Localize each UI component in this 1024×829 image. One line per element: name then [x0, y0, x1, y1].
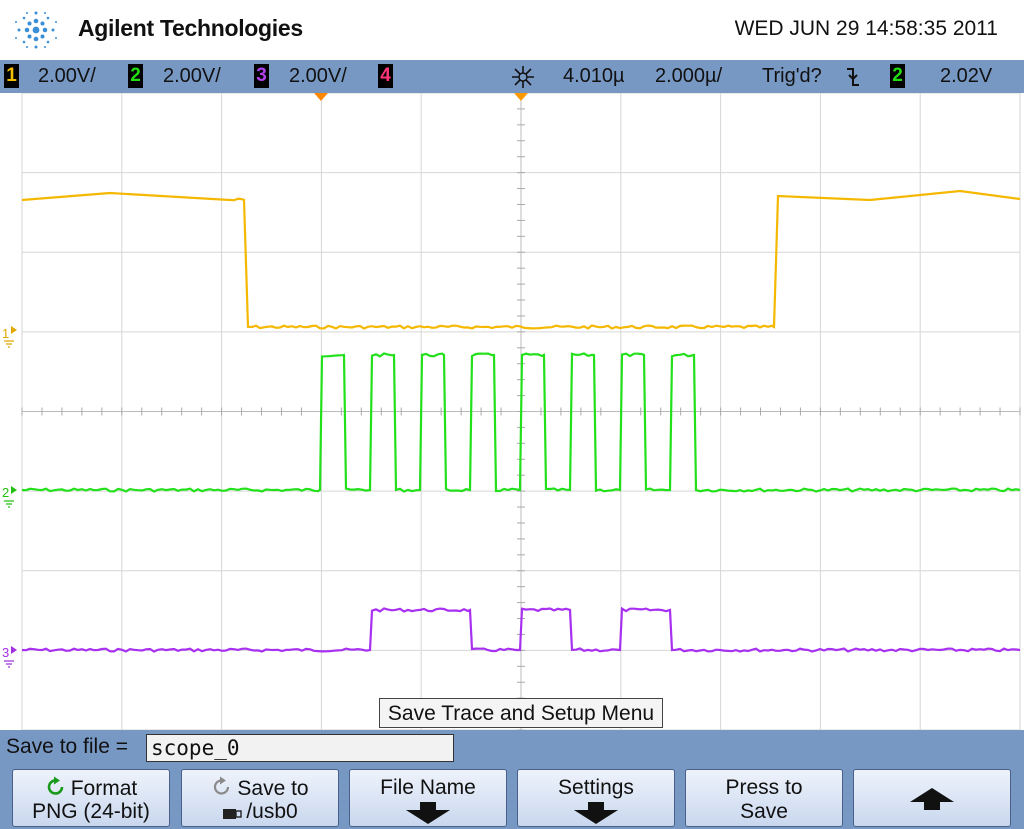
trigger-source-badge: 2: [890, 64, 905, 88]
trigger-state: Trig'd?: [762, 65, 822, 87]
softkey-bar: Format PNG (24-bit) Save to /usb0 File N…: [0, 764, 1024, 829]
format-softkey[interactable]: Format PNG (24-bit): [12, 769, 170, 827]
status-bar: 1 2.00V/ 2 2.00V/ 3 2.00V/ 4 4.010µ 2.00…: [0, 60, 1024, 93]
brand-name: Agilent Technologies: [78, 15, 303, 41]
channel-3-scale: 2.00V/: [289, 65, 347, 87]
file-name-softkey[interactable]: File Name: [349, 769, 507, 827]
save-to-file-label: Save to file =: [6, 735, 128, 758]
svg-text:2: 2: [2, 485, 9, 500]
press-to-save-softkey[interactable]: Press to Save: [685, 769, 843, 827]
svg-text:3: 3: [2, 645, 9, 660]
arrow-up-icon: [910, 788, 954, 810]
channel-2-badge[interactable]: 2: [128, 64, 143, 88]
delay-value: 4.010µ: [563, 65, 625, 87]
trigger-delay-icon: [512, 66, 534, 88]
channel-1-scale: 2.00V/: [38, 65, 96, 87]
back-up-softkey[interactable]: [853, 769, 1011, 827]
menu-title: Save Trace and Setup Menu: [379, 698, 663, 728]
falling-edge-icon: [847, 68, 859, 86]
timebase-value: 2.000µ/: [655, 65, 723, 87]
arrow-down-icon: [406, 802, 450, 824]
arrow-down-icon: [574, 802, 618, 824]
channel-1-badge[interactable]: 1: [4, 64, 19, 88]
save-to-label: Save to: [237, 777, 309, 800]
usb-drive-icon: [223, 809, 243, 819]
save-to-value: /usb0: [246, 800, 298, 823]
settings-label: Settings: [558, 776, 634, 799]
settings-softkey[interactable]: Settings: [517, 769, 675, 827]
trigger-level: 2.02V: [940, 65, 993, 87]
press-to-save-line1: Press to: [725, 776, 803, 799]
header: Agilent Technologies WED JUN 29 14:58:35…: [0, 0, 1024, 60]
waveform-plot: 1 2 3: [0, 93, 1024, 730]
rotate-green-icon: [47, 776, 64, 795]
date-time: WED JUN 29 14:58:35 2011: [734, 17, 998, 40]
format-label: Format: [70, 777, 138, 800]
waveform-display: 1 2 3: [0, 93, 1024, 730]
save-to-softkey[interactable]: Save to /usb0: [181, 769, 339, 827]
format-value: PNG (24-bit): [32, 800, 150, 823]
rotate-gray-icon: [214, 776, 230, 795]
channel-3-badge[interactable]: 3: [254, 64, 269, 88]
file-name-label: File Name: [380, 776, 476, 799]
press-to-save-line2: Save: [740, 800, 788, 823]
svg-text:1: 1: [2, 326, 9, 341]
filename-field[interactable]: scope_0: [146, 734, 454, 762]
agilent-spark-logo-icon: [15, 11, 57, 49]
channel-2-scale: 2.00V/: [163, 65, 221, 87]
file-row: Save to file = scope_0: [0, 730, 1024, 764]
channel-4-badge[interactable]: 4: [378, 64, 393, 88]
